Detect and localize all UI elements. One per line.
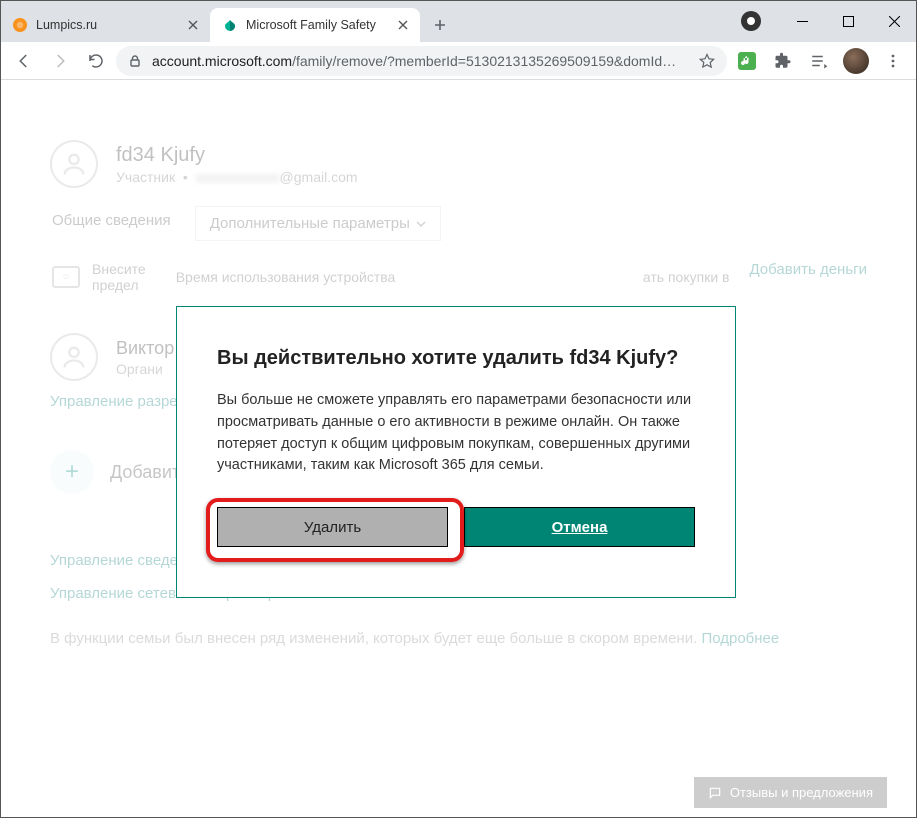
page-content: fd34 Kjufy Участник • xxxxxxxxxxxx@gmail… — [0, 80, 917, 818]
delete-button[interactable]: Удалить — [217, 507, 448, 547]
confirm-remove-modal: Вы действительно хотите удалить fd34 Kju… — [176, 306, 736, 598]
close-icon[interactable] — [186, 18, 200, 32]
spending-card-row: ○ Внеситепредел Время использования устр… — [50, 261, 867, 293]
money-icon: ○ — [52, 266, 80, 288]
learn-more-link[interactable]: Подробнее — [701, 630, 779, 647]
reload-button[interactable] — [80, 45, 112, 77]
profile-icon[interactable] — [739, 9, 763, 33]
extension-music-icon[interactable] — [733, 47, 761, 75]
member-header: fd34 Kjufy Участник • xxxxxxxxxxxx@gmail… — [50, 140, 867, 188]
close-icon[interactable] — [396, 18, 410, 32]
cancel-button[interactable]: Отмена — [464, 507, 695, 547]
back-button[interactable] — [8, 45, 40, 77]
media-control-icon[interactable] — [805, 47, 833, 75]
menu-button[interactable] — [877, 45, 909, 77]
tab-more-params[interactable]: Дополнительные параметры — [195, 206, 441, 241]
bookmark-icon[interactable] — [699, 53, 715, 69]
feedback-button[interactable]: Отзывы и предложения — [694, 777, 887, 808]
avatar-icon — [50, 140, 98, 188]
tab-label: Lumpics.ru — [36, 18, 178, 32]
tab-family-safety[interactable]: Microsoft Family Safety — [210, 8, 420, 42]
tab-label: Microsoft Family Safety — [246, 18, 388, 32]
avatar-icon — [50, 333, 98, 381]
add-money-link[interactable]: Добавить деньги — [749, 261, 867, 285]
maximize-button[interactable] — [825, 0, 871, 42]
modal-title: Вы действительно хотите удалить fd34 Kju… — [217, 347, 695, 370]
tab-lumpics[interactable]: Lumpics.ru — [0, 8, 210, 42]
address-bar[interactable]: account.microsoft.com/family/remove/?mem… — [116, 46, 727, 76]
address-row: account.microsoft.com/family/remove/?mem… — [0, 42, 917, 80]
url-text: account.microsoft.com/family/remove/?mem… — [152, 53, 689, 69]
member-name: fd34 Kjufy — [116, 144, 358, 167]
titlebar: Lumpics.ru Microsoft Family Safety — [0, 0, 917, 42]
modal-body: Вы больше не сможете управлять его парам… — [217, 390, 695, 477]
close-window-button[interactable] — [871, 0, 917, 42]
profile-avatar[interactable] — [843, 48, 869, 74]
chevron-down-icon — [416, 219, 426, 229]
minimize-button[interactable] — [779, 0, 825, 42]
member-role: Участник • xxxxxxxxxxxx@gmail.com — [116, 169, 358, 185]
member-tabs: Общие сведения Дополнительные параметры — [50, 206, 867, 241]
favicon-family-safety — [222, 17, 238, 33]
lock-icon — [128, 54, 142, 68]
plus-icon: + — [50, 450, 94, 494]
window-controls — [779, 0, 917, 42]
favicon-lumpics — [12, 17, 28, 33]
extensions-icon[interactable] — [769, 47, 797, 75]
chat-icon — [708, 786, 722, 800]
new-tab-button[interactable] — [426, 11, 454, 39]
forward-button[interactable] — [44, 45, 76, 77]
tab-overview[interactable]: Общие сведения — [52, 206, 171, 241]
